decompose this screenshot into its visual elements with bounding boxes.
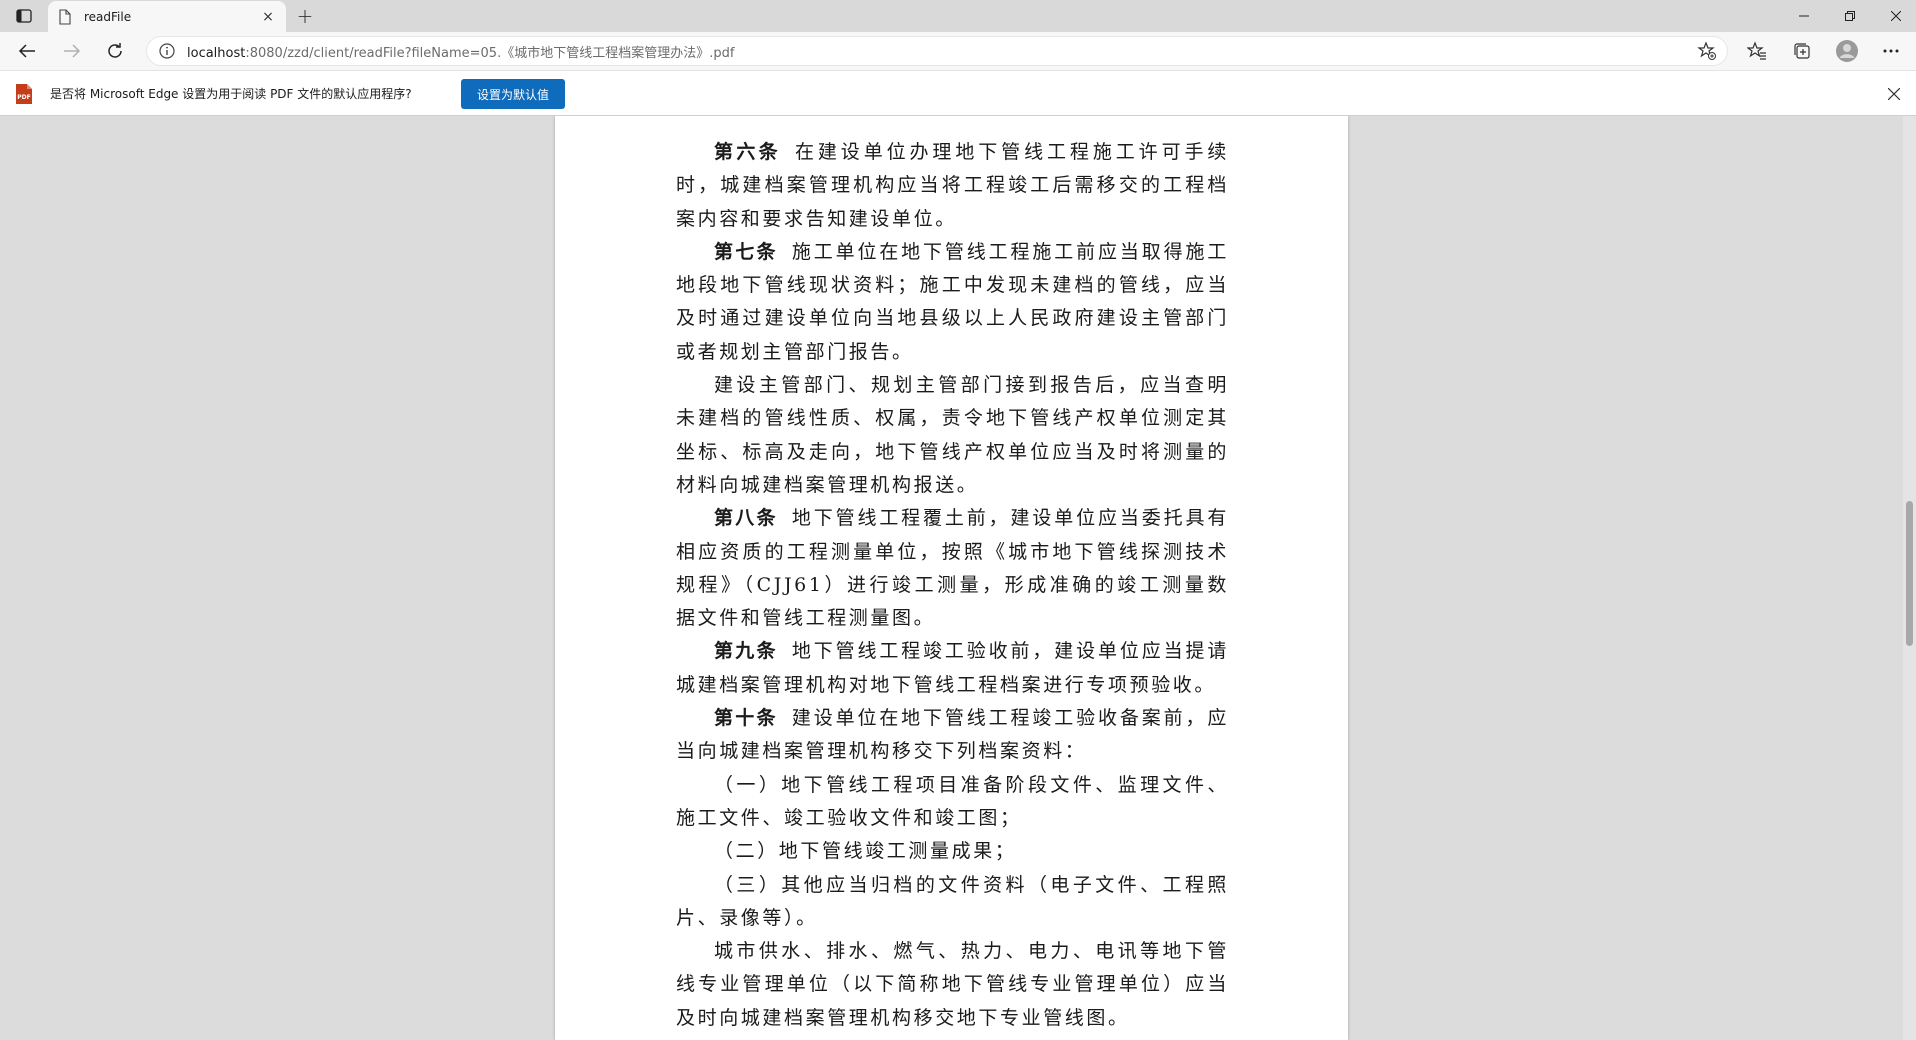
toolbar: localhost:8080/zzd/client/readFile?fileN…: [0, 32, 1916, 70]
document-paragraph: 城市供水、排水、燃气、热力、电力、电讯等地下管线专业管理单位（以下简称地下管线专…: [676, 935, 1229, 1035]
info-icon[interactable]: [159, 43, 175, 59]
scrollbar-thumb[interactable]: [1906, 501, 1913, 646]
back-button[interactable]: [12, 36, 42, 66]
document-paragraph: （二）地下管线竣工测量成果；: [676, 835, 1229, 868]
tab-actions-icon: [16, 9, 32, 23]
infobar-close-button[interactable]: [1884, 84, 1904, 104]
restore-button[interactable]: [1827, 0, 1873, 32]
document-paragraph: （三）其他应当归档的文件资料（电子文件、工程照片、录像等）。: [676, 869, 1229, 936]
address-bar[interactable]: localhost:8080/zzd/client/readFile?fileN…: [146, 36, 1728, 66]
document-paragraph: 第六条 在建设单位办理地下管线工程施工许可手续时，城建档案管理机构应当将工程竣工后…: [676, 136, 1229, 236]
paragraph-text: （二）地下管线竣工测量成果；: [714, 840, 1017, 863]
document-icon: [59, 8, 71, 25]
document-paragraph: 第九条 地下管线工程竣工验收前，建设单位应当提请城建档案管理机构对地下管线工程档案…: [676, 635, 1229, 702]
refresh-button[interactable]: [100, 36, 130, 66]
paragraph-text: 城市供水、排水、燃气、热力、电力、电讯等地下管线专业管理单位（以下简称地下管线专…: [676, 940, 1229, 1029]
settings-more-button[interactable]: [1878, 38, 1904, 64]
tab-strip: readFile × +: [0, 0, 1916, 32]
tab-title: readFile: [84, 9, 132, 24]
pdf-badge-text: PDF: [17, 94, 30, 101]
paragraph-text: （三）其他应当归档的文件资料（电子文件、工程照片、录像等）。: [676, 873, 1229, 929]
paragraph-text: （一）地下管线工程项目准备阶段文件、监理文件、施工文件、竣工验收文件和竣工图；: [676, 773, 1229, 829]
collections-button[interactable]: [1789, 38, 1815, 64]
article-heading: 第十条: [714, 707, 778, 730]
pdf-page: 第六条 在建设单位办理地下管线工程施工许可手续时，城建档案管理机构应当将工程竣工后…: [555, 116, 1348, 1040]
paragraph-text: 建设主管部门、规划主管部门接到报告后，应当查明未建档的管线性质、权属，责令地下管…: [676, 374, 1229, 496]
infobar-message: 是否将 Microsoft Edge 设置为用于阅读 PDF 文件的默认应用程序…: [50, 87, 412, 101]
url-host: localhost: [187, 45, 246, 61]
document-text: 第六条 在建设单位办理地下管线工程施工许可手续时，城建档案管理机构应当将工程竣工后…: [676, 136, 1229, 1035]
document-paragraph: 建设主管部门、规划主管部门接到报告后，应当查明未建档的管线性质、权属，责令地下管…: [676, 369, 1229, 502]
article-heading: 第七条: [714, 240, 778, 263]
new-tab-button[interactable]: +: [292, 4, 318, 28]
close-icon: [1888, 88, 1900, 100]
favorites-button[interactable]: [1744, 38, 1770, 64]
url-text: localhost:8080/zzd/client/readFile?fileN…: [187, 42, 1697, 61]
minimize-button[interactable]: [1781, 0, 1827, 32]
collections-icon: [1794, 43, 1810, 59]
pdf-icon: PDF: [16, 84, 32, 104]
close-tab-icon[interactable]: ×: [260, 9, 276, 25]
article-heading: 第九条: [714, 640, 778, 663]
pdf-viewer[interactable]: 第六条 在建设单位办理地下管线工程施工许可手续时，城建档案管理机构应当将工程竣工后…: [0, 116, 1916, 1040]
tab-readfile[interactable]: readFile ×: [48, 1, 286, 32]
set-default-button[interactable]: 设置为默认值: [461, 79, 565, 109]
close-window-button[interactable]: [1873, 0, 1916, 32]
restore-icon: [1845, 11, 1855, 21]
url-path: :8080/zzd/client/readFile?fileName=05.《城…: [245, 45, 735, 61]
default-pdf-infobar: PDF 是否将 Microsoft Edge 设置为用于阅读 PDF 文件的默认…: [0, 70, 1916, 116]
refresh-icon: [108, 43, 122, 58]
forward-button[interactable]: [57, 36, 87, 66]
back-arrow-icon: [18, 44, 35, 58]
article-heading: 第八条: [714, 507, 778, 530]
avatar-icon: [1836, 40, 1858, 62]
tab-actions-button[interactable]: [8, 4, 40, 28]
document-paragraph: 第十条 建设单位在地下管线工程竣工验收备案前，应当向城建档案管理机构移交下列档案资…: [676, 702, 1229, 769]
forward-arrow-icon: [64, 44, 81, 58]
document-paragraph: 第七条 施工单位在地下管线工程施工前应当取得施工地段地下管线现状资料；施工中发现未…: [676, 236, 1229, 369]
close-icon: [1891, 11, 1901, 21]
document-paragraph: （一）地下管线工程项目准备阶段文件、监理文件、施工文件、竣工验收文件和竣工图；: [676, 769, 1229, 836]
minimize-icon: [1799, 15, 1809, 17]
more-icon: [1883, 49, 1899, 53]
article-heading: 第六条: [714, 141, 781, 163]
profile-button[interactable]: [1834, 38, 1860, 64]
document-paragraph: 第八条 地下管线工程覆土前，建设单位应当委托具有相应资质的工程测量单位，按照《城市…: [676, 502, 1229, 635]
add-favorite-icon[interactable]: [1697, 41, 1717, 61]
vertical-scrollbar[interactable]: [1903, 116, 1916, 1040]
favorites-icon: [1747, 41, 1766, 60]
